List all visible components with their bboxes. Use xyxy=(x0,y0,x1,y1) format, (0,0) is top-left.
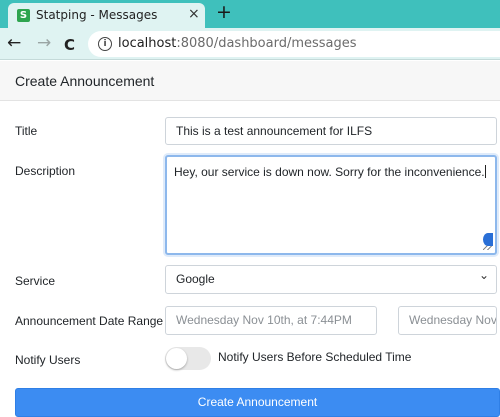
chevron-down-icon: ⌄ xyxy=(478,268,489,282)
text-caret xyxy=(484,165,486,178)
site-info-icon[interactable]: i xyxy=(98,37,112,51)
date-range-label: Announcement Date Range xyxy=(15,314,164,328)
browser-tab-bar: S Statping - Messages × + xyxy=(0,0,500,28)
title-label: Title xyxy=(15,124,38,138)
forward-arrow-icon[interactable]: → xyxy=(37,33,51,53)
toggle-knob xyxy=(166,348,187,369)
page-title: Create Announcement xyxy=(15,73,155,89)
browser-tab[interactable]: S Statping - Messages × xyxy=(8,3,205,28)
notify-toggle-text: Notify Users Before Scheduled Time xyxy=(218,350,412,364)
description-label: Description xyxy=(15,164,76,178)
tab-close-icon[interactable]: × xyxy=(188,6,200,22)
notify-users-label: Notify Users xyxy=(15,353,81,367)
tab-title: Statping - Messages xyxy=(36,8,158,22)
service-label: Service xyxy=(15,274,56,288)
start-date-input[interactable]: Wednesday Nov 10th, at 7:44PM xyxy=(165,306,377,335)
service-select[interactable]: Google ⌄ xyxy=(165,265,497,294)
service-selected-value: Google xyxy=(176,272,215,286)
description-text: Hey, our service is down now. Sorry for … xyxy=(174,165,485,179)
address-bar[interactable]: i localhost:8080/dashboard/messages xyxy=(88,31,500,57)
create-announcement-button[interactable]: Create Announcement xyxy=(15,388,500,417)
statping-favicon-icon: S xyxy=(17,9,30,22)
url-host: localhost xyxy=(118,36,177,51)
url-text: localhost:8080/dashboard/messages xyxy=(118,36,357,51)
new-tab-icon[interactable]: + xyxy=(216,1,232,23)
title-input[interactable]: This is a test announcement for ILFS xyxy=(165,117,497,145)
card-header: Create Announcement xyxy=(0,61,500,101)
url-path: :8080/dashboard/messages xyxy=(176,36,357,51)
description-textarea[interactable]: Hey, our service is down now. Sorry for … xyxy=(165,155,497,255)
back-arrow-icon[interactable]: ← xyxy=(7,33,21,53)
input-assist-icon[interactable] xyxy=(483,233,493,246)
notify-users-toggle[interactable] xyxy=(165,347,211,370)
browser-toolbar: ← → C i localhost:8080/dashboard/message… xyxy=(0,28,500,60)
reload-icon[interactable]: C xyxy=(64,35,75,55)
end-date-input[interactable]: Wednesday Nov 10th, at 7:44PM xyxy=(398,306,497,335)
